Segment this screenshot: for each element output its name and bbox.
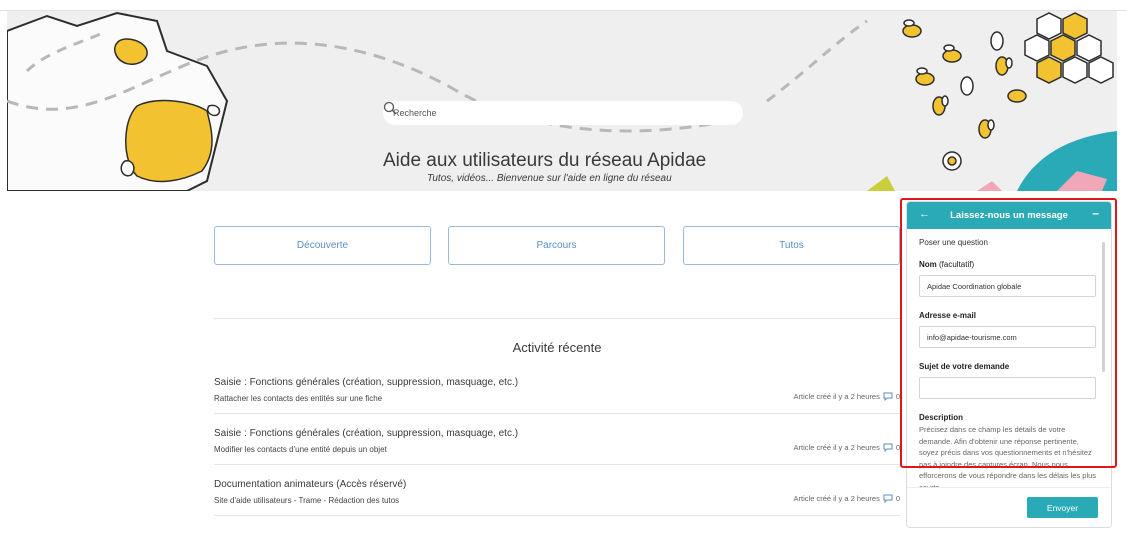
- widget-intro: Poser une question: [919, 238, 988, 247]
- name-optional-text: (facultatif): [939, 260, 975, 269]
- top-bar: [0, 0, 1127, 11]
- activity-meta: Article créé il y a 2 heures 0: [794, 392, 900, 401]
- widget-header: ← Laissez-nous un message –: [907, 202, 1111, 229]
- category-decouverte-button[interactable]: Découverte: [214, 226, 431, 265]
- activity-category-link[interactable]: Documentation animateurs (Accès réservé): [214, 479, 900, 490]
- activity-category-link[interactable]: Saisie : Fonctions générales (création, …: [214, 377, 900, 388]
- search-input[interactable]: [393, 108, 693, 118]
- search-icon: [383, 101, 397, 115]
- description-label: Description: [919, 413, 964, 422]
- recent-activity-title: Activité récente: [512, 340, 602, 355]
- subject-field[interactable]: [919, 377, 1096, 399]
- description-help-text: Précisez dans ce champ les détails de vo…: [919, 425, 1097, 492]
- activity-meta-text: Article créé il y a 2 heures: [793, 392, 880, 401]
- minimize-icon[interactable]: –: [1092, 206, 1099, 220]
- category-tutos-button[interactable]: Tutos: [683, 226, 900, 265]
- activity-item: Saisie : Fonctions générales (création, …: [214, 428, 900, 454]
- page-subtitle: Tutos, vidéos... Bienvenue sur l'aide en…: [427, 173, 672, 184]
- search-bar[interactable]: [383, 101, 743, 125]
- divider: [214, 318, 900, 319]
- activity-category-link[interactable]: Saisie : Fonctions générales (création, …: [214, 428, 900, 439]
- activity-meta: Article créé il y a 2 heures 0: [794, 443, 900, 452]
- comment-icon: [883, 392, 893, 401]
- activity-item: Saisie : Fonctions générales (création, …: [214, 377, 900, 403]
- send-button[interactable]: Envoyer: [1027, 497, 1098, 518]
- comment-count: 0: [895, 392, 900, 401]
- comment-icon: [883, 443, 893, 452]
- name-field[interactable]: [919, 275, 1096, 297]
- divider: [214, 515, 900, 516]
- activity-meta-text: Article créé il y a 2 heures: [793, 494, 880, 503]
- email-label: Adresse e-mail: [919, 311, 976, 320]
- name-label: Nom (facultatif): [919, 260, 1097, 269]
- comment-icon: [883, 494, 893, 503]
- activity-meta-text: Article créé il y a 2 heures: [793, 443, 880, 452]
- comment-count: 0: [895, 494, 900, 503]
- page-title: Aide aux utilisateurs du réseau Apidae: [383, 150, 707, 171]
- activity-meta: Article créé il y a 2 heures 0: [794, 494, 900, 503]
- activity-item: Documentation animateurs (Accès réservé)…: [214, 479, 900, 505]
- comment-count: 0: [895, 443, 900, 452]
- divider: [214, 464, 900, 465]
- widget-form: Poser une question Nom (facultatif) Adre…: [919, 238, 1097, 493]
- widget-scrollbar[interactable]: [1102, 242, 1105, 372]
- widget-footer: Envoyer: [907, 487, 1111, 527]
- contact-widget: ← Laissez-nous un message – Poser une qu…: [906, 201, 1112, 528]
- category-parcours-button[interactable]: Parcours: [448, 226, 665, 265]
- widget-title: Laissez-nous un message: [950, 210, 1068, 221]
- back-arrow-icon[interactable]: ←: [919, 208, 930, 220]
- subject-label: Sujet de votre demande: [919, 362, 1010, 371]
- email-field[interactable]: [919, 326, 1096, 348]
- divider: [214, 413, 900, 414]
- name-label-text: Nom: [919, 260, 937, 269]
